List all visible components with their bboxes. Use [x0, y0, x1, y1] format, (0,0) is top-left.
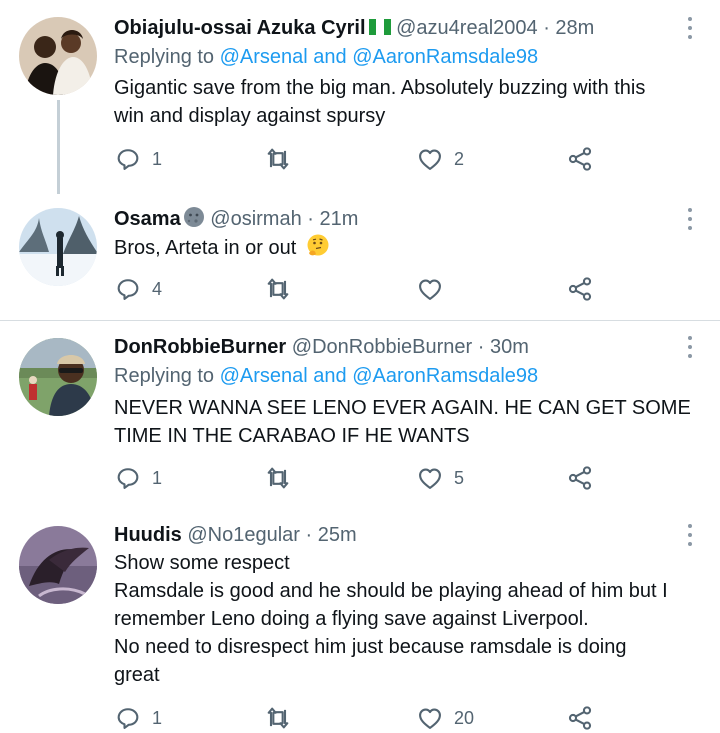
reply-count: 1 [152, 467, 163, 488]
separator-dot: · [305, 524, 313, 546]
handle[interactable]: @No1egular [187, 524, 300, 546]
share-button[interactable] [566, 144, 594, 174]
reply-button[interactable]: 1 [114, 703, 162, 733]
timestamp[interactable]: 25m [318, 524, 357, 546]
like-button[interactable]: 2 [416, 144, 464, 174]
reply-mentions[interactable]: @Arsenal and @AaronRamsdale98 [220, 46, 539, 68]
avatar[interactable] [19, 526, 97, 604]
retweet-icon [267, 707, 289, 729]
more-options-icon[interactable] [682, 524, 698, 546]
tweet-actions: 1 2 [114, 144, 614, 174]
like-icon [419, 149, 441, 170]
replying-to-label: Replying to [114, 46, 215, 68]
share-icon [568, 147, 592, 171]
reply-count: 1 [152, 707, 163, 728]
display-name[interactable]: Huudis [114, 524, 182, 546]
timestamp[interactable]: 28m [555, 17, 594, 39]
handle[interactable]: @osirmah [210, 208, 301, 230]
share-button[interactable] [566, 274, 594, 304]
retweet-button[interactable] [264, 144, 302, 174]
tweet-text: Gigantic save from the big man. Absolute… [114, 74, 704, 130]
like-count: 5 [454, 467, 465, 488]
reply-button[interactable]: 1 [114, 463, 162, 493]
share-icon [568, 277, 592, 301]
replying-to: Replying to @Arsenal and @AaronRamsdale9… [114, 44, 538, 70]
tweet-header: Huudis @No1egular · 25m [114, 522, 357, 548]
like-count: 20 [454, 707, 475, 728]
avatar[interactable] [19, 208, 97, 286]
tweet-3[interactable]: DonRobbieBurner @DonRobbieBurner · 30m R… [0, 321, 720, 509]
handle[interactable]: @DonRobbieBurner [292, 336, 472, 358]
reply-mentions[interactable]: @Arsenal and @AaronRamsdale98 [220, 365, 539, 387]
tweet-header: DonRobbieBurner @DonRobbieBurner · 30m [114, 334, 529, 360]
tweet-text-line: Show some respect [114, 552, 290, 574]
timestamp[interactable]: 21m [320, 208, 359, 230]
tweet-text: Bros, Arteta in or out [114, 233, 704, 262]
retweet-icon [267, 467, 289, 489]
share-button[interactable] [566, 703, 594, 733]
reply-button[interactable]: 4 [114, 274, 162, 304]
reply-icon [117, 279, 139, 300]
like-icon [419, 468, 441, 489]
tweet-2[interactable]: Osama @osirmah · 21m Bros, Arteta in or … [0, 194, 720, 320]
tweet-header: Obiajulu-ossai Azuka Cyril @azu4real2004… [114, 15, 594, 41]
timestamp[interactable]: 30m [490, 336, 529, 358]
display-name[interactable]: Osama [114, 208, 181, 230]
reply-count: 1 [152, 148, 163, 169]
tweet-actions: 1 5 [114, 463, 614, 493]
retweet-button[interactable] [264, 703, 302, 733]
reply-icon [117, 468, 139, 489]
tweet-text: NEVER WANNA SEE LENO EVER AGAIN. HE CAN … [114, 394, 704, 450]
tweet-header: Osama @osirmah · 21m [114, 206, 358, 232]
retweet-button[interactable] [264, 274, 302, 304]
tweet-text-line: win and display against spursy [114, 105, 386, 127]
separator-dot: · [307, 208, 314, 230]
handle[interactable]: @azu4real2004 [396, 17, 538, 39]
tweet-text-line: great [114, 664, 160, 686]
more-options-icon[interactable] [682, 17, 698, 39]
share-button[interactable] [566, 463, 594, 493]
thread-line [57, 100, 60, 194]
tweet-actions: 4 [114, 274, 614, 304]
like-button[interactable]: 20 [416, 703, 474, 733]
share-icon [568, 706, 592, 730]
reply-icon [117, 708, 139, 729]
nigeria-flag-icon [368, 17, 391, 35]
tweet-text-line: Bros, Arteta in or out [114, 237, 297, 259]
share-icon [568, 466, 592, 490]
replying-to-label: Replying to [114, 365, 215, 387]
tweet-text-line: Ramsdale is good and he should be playin… [114, 580, 668, 602]
tweet-text-line: TIME IN THE CARABAO IF HE WANTS [114, 425, 470, 447]
more-options-icon[interactable] [682, 208, 698, 230]
tweet-text-line: NEVER WANNA SEE LENO EVER AGAIN. HE CAN … [114, 397, 691, 419]
tweet-1[interactable]: Obiajulu-ossai Azuka Cyril @azu4real2004… [0, 0, 720, 194]
separator-dot: · [477, 336, 485, 358]
reply-icon [117, 149, 139, 170]
tweet-text-line: No need to disrespect him just because r… [114, 636, 627, 658]
like-icon [419, 279, 441, 300]
retweet-icon [267, 148, 289, 170]
tweet-text-line: remember Leno doing a flying save agains… [114, 608, 589, 630]
more-options-icon[interactable] [682, 336, 698, 358]
replying-to: Replying to @Arsenal and @AaronRamsdale9… [114, 363, 538, 389]
tweet-actions: 1 20 [114, 703, 614, 733]
avatar[interactable] [19, 17, 97, 95]
separator-dot: · [543, 17, 550, 39]
reply-button[interactable]: 1 [114, 144, 162, 174]
reply-count: 4 [152, 278, 163, 299]
avatar[interactable] [19, 338, 97, 416]
tweet-text-line: Gigantic save from the big man. Absolute… [114, 77, 646, 99]
tweet-4[interactable]: Huudis @No1egular · 25m Show some respec… [0, 509, 720, 730]
display-name[interactable]: DonRobbieBurner [114, 336, 286, 358]
display-name[interactable]: Obiajulu-ossai Azuka Cyril [114, 17, 366, 39]
tweet-text: Show some respect Ramsdale is good and h… [114, 549, 704, 689]
like-icon [419, 708, 441, 729]
retweet-button[interactable] [264, 463, 302, 493]
like-count: 2 [454, 148, 465, 169]
like-button[interactable]: 5 [416, 463, 464, 493]
thinking-face-icon [306, 233, 330, 257]
new-moon-face-icon [183, 206, 205, 228]
retweet-icon [267, 278, 289, 300]
like-button[interactable] [416, 274, 454, 304]
